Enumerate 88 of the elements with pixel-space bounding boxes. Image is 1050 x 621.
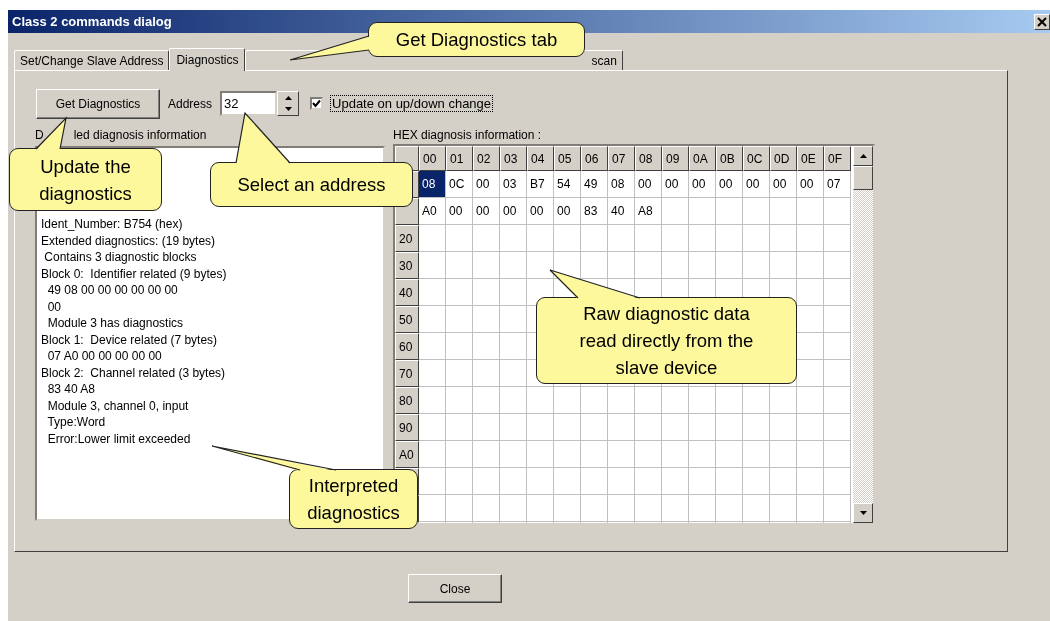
hex-cell[interactable]: 00: [662, 171, 689, 198]
hex-cell[interactable]: A0: [419, 198, 446, 225]
hex-cell[interactable]: 54: [554, 171, 581, 198]
column-header: 0F: [824, 146, 851, 171]
hex-cell[interactable]: 00: [743, 171, 770, 198]
hex-cell[interactable]: B7: [527, 171, 554, 198]
row-header: 60: [395, 333, 419, 360]
hex-cell[interactable]: 00: [689, 171, 716, 198]
row-header: 90: [395, 414, 419, 441]
window-title: Class 2 commands dialog: [12, 14, 172, 29]
column-header: 06: [581, 146, 608, 171]
diagnosis-line: Type:Word: [46, 414, 107, 431]
column-header: 05: [554, 146, 581, 171]
diagnosis-line: 83 40 A8: [46, 381, 97, 398]
hex-cell[interactable]: 00: [500, 198, 527, 225]
diagnosis-line: Error:Lower limit exceeded: [46, 430, 192, 447]
hex-cell[interactable]: 49: [581, 171, 608, 198]
panel-label: led diagnosis information: [73, 128, 207, 144]
column-header: 0E: [797, 146, 824, 171]
close-dialog-button[interactable]: Close: [408, 574, 502, 603]
spin-buttons[interactable]: [277, 91, 300, 116]
hex-cell[interactable]: 00: [473, 171, 500, 198]
hex-cell[interactable]: 08: [608, 171, 635, 198]
row-header: 30: [395, 252, 419, 279]
scroll-thumb[interactable]: [853, 166, 873, 190]
column-header: 01: [446, 146, 473, 171]
hex-cell[interactable]: 0C: [446, 171, 473, 198]
callout-tooltip: Update the diagnostics: [9, 148, 162, 211]
down-arrow-icon: [859, 511, 867, 515]
address-label: Address: [168, 96, 213, 111]
hex-cell[interactable]: 00: [554, 198, 581, 225]
diagnosis-line: Block 2: Channel related (3 bytes): [41, 364, 227, 381]
panel-label: D: [35, 128, 44, 144]
get-diagnostics-button[interactable]: Get Diagnostics: [36, 88, 160, 119]
row-header: 70: [395, 360, 419, 387]
tab[interactable]: Set/Change Slave Address: [14, 50, 170, 70]
address-field[interactable]: 32: [220, 91, 278, 116]
diagnosis-line: Extended diagnostics: (19 bytes): [41, 232, 217, 249]
hex-cell[interactable]: 00: [716, 171, 743, 198]
column-header: 0D: [770, 146, 797, 171]
hex-cell[interactable]: A8: [635, 198, 662, 225]
hex-cell[interactable]: 03: [500, 171, 527, 198]
down-arrow-icon: [284, 107, 292, 112]
diagnosis-line: Block 0: Identifier related (9 bytes): [41, 265, 228, 282]
column-header: 00: [419, 146, 446, 171]
hex-cell[interactable]: 00: [635, 171, 662, 198]
hex-cell[interactable]: 00: [473, 198, 500, 225]
row-header: 20: [395, 225, 419, 252]
diagnosis-line: Module 3 has diagnostics: [46, 315, 185, 332]
hex-cell[interactable]: 00: [797, 171, 824, 198]
row-header: A0: [395, 441, 419, 468]
diagnosis-line: Contains 3 diagnostic blocks: [43, 249, 198, 266]
diagnosis-line: 07 A0 00 00 00 00 00: [46, 348, 163, 365]
callout-pointer: [35, 116, 67, 150]
hex-cell[interactable]: 40: [608, 198, 635, 225]
diagnosis-line: Block 1: Device related (7 bytes): [41, 331, 219, 348]
column-header: 04: [527, 146, 554, 171]
column-header: 0B: [716, 146, 743, 171]
hex-cell[interactable]: 00: [446, 198, 473, 225]
checkbox-label[interactable]: Update on up/down change: [330, 95, 494, 112]
column-header: 07: [608, 146, 635, 171]
row-header: 80: [395, 387, 419, 414]
hex-cell[interactable]: 07: [824, 171, 851, 198]
update-checkbox[interactable]: [310, 97, 324, 110]
panel-label: HEX diagnosis information :: [393, 128, 543, 144]
row-header: 50: [395, 306, 419, 333]
row-header: 40: [395, 279, 419, 306]
diagnosis-line: Module 3, channel 0, input: [46, 397, 190, 414]
column-header: 0A: [689, 146, 716, 171]
callout-pointer: [235, 111, 291, 164]
column-header: 08: [635, 146, 662, 171]
hex-cell[interactable]: 00: [527, 198, 554, 225]
hex-cell[interactable]: 00: [770, 171, 797, 198]
tab[interactable]: Diagnostics: [169, 48, 246, 71]
hex-cell[interactable]: 08: [419, 171, 446, 198]
column-header: 02: [473, 146, 500, 171]
diagnosis-line: 49 08 00 00 00 00 00 00: [46, 282, 179, 299]
up-arrow-icon: [284, 95, 292, 100]
diagnosis-line: 00: [46, 298, 62, 315]
column-header: 03: [500, 146, 527, 171]
up-arrow-icon: [859, 154, 867, 158]
vertical-scrollbar[interactable]: [853, 146, 873, 523]
diagnosis-line: Ident_Number: B754 (hex): [41, 216, 184, 233]
close-button[interactable]: [1034, 13, 1050, 30]
hex-cell[interactable]: 83: [581, 198, 608, 225]
close-icon: [1037, 16, 1047, 27]
column-header: 0C: [743, 146, 770, 171]
column-header: 09: [662, 146, 689, 171]
